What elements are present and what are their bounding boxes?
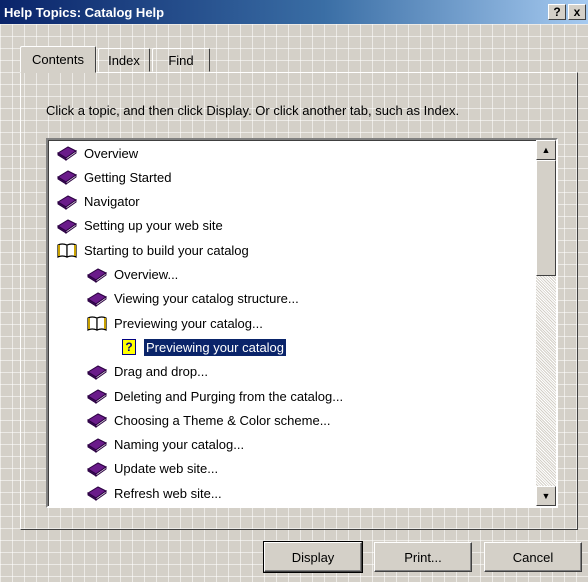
tree-item[interactable]: Setting up your web site (56, 215, 223, 237)
scroll-down-button[interactable]: ▼ (536, 486, 556, 506)
vertical-scrollbar[interactable]: ▲ ▼ (536, 140, 556, 506)
tree-item-label: Getting Started (84, 169, 172, 185)
arrow-down-icon: ▼ (541, 491, 551, 501)
open-book-icon (86, 314, 114, 332)
tree-item[interactable]: Starting to build your catalog (56, 239, 249, 261)
tree-item-label: Overview... (114, 267, 179, 282)
scroll-thumb[interactable] (536, 160, 556, 276)
tree-item[interactable]: Drag and drop... (86, 361, 208, 383)
tree-item[interactable]: Refresh web site... (86, 482, 222, 504)
tree-item[interactable]: Overview... (86, 264, 178, 286)
help-button[interactable]: ? (548, 4, 566, 20)
topic-tree: Overview Getting Started Navigator Setting … (48, 140, 536, 506)
closed-book-icon (86, 363, 114, 381)
cancel-button[interactable]: Cancel (484, 542, 582, 572)
tree-item-label: Naming your catalog... (114, 437, 245, 453)
tree-item[interactable]: Naming your catalog... (86, 434, 244, 456)
tree-item-label: Overview (84, 145, 139, 161)
arrow-up-icon: ▲ (541, 145, 551, 155)
closed-book-icon (86, 290, 114, 308)
title-bar: Help Topics: Catalog Help ? x (0, 0, 588, 24)
tree-item-label: Navigator (84, 194, 140, 210)
closed-book-icon (86, 484, 114, 502)
display-button[interactable]: Display (263, 541, 363, 573)
tree-item[interactable]: ? Previewing your catalog (122, 336, 288, 358)
tree-item[interactable]: Getting Started (56, 166, 171, 188)
instruction-text: Click a topic, and then click Display. O… (46, 103, 460, 118)
closed-book-icon (56, 217, 84, 235)
tree-item-label: Choosing a Theme & Color scheme... (114, 412, 331, 428)
tree-item-label: Deleting and Purging from the catalog... (114, 388, 344, 404)
tree-item[interactable]: Update web site... (86, 458, 218, 480)
print-button[interactable]: Print... (374, 542, 472, 572)
tree-item[interactable]: Navigator (56, 191, 140, 213)
closed-book-icon (56, 144, 84, 162)
closed-book-icon (56, 193, 84, 211)
tree-item[interactable]: Viewing your catalog structure... (86, 288, 299, 310)
tree-item-label: Previewing your catalog... (114, 315, 263, 331)
tab-index[interactable]: Index (98, 48, 150, 72)
window-title: Help Topics: Catalog Help (4, 4, 165, 20)
closed-book-icon (86, 411, 114, 429)
tree-item-label: Drag and drop... (114, 364, 208, 380)
closed-book-icon (86, 460, 114, 478)
closed-book-icon (56, 168, 84, 186)
tree-item-label: Setting up your web site (84, 218, 223, 234)
tree-item[interactable]: Previewing your catalog... (86, 312, 263, 334)
open-book-icon (56, 241, 84, 259)
topic-tree-box: Overview Getting Started Navigator Setting … (46, 138, 558, 508)
tab-contents[interactable]: Contents (20, 46, 96, 73)
tab-find[interactable]: Find (152, 48, 210, 72)
scroll-up-button[interactable]: ▲ (536, 140, 556, 160)
closed-book-icon (86, 387, 114, 405)
tree-item-label: Update web site... (114, 461, 219, 477)
close-button[interactable]: x (568, 4, 586, 20)
tree-item[interactable]: Choosing a Theme & Color scheme... (86, 409, 331, 431)
closed-book-icon (86, 266, 114, 284)
tree-item[interactable]: Overview (56, 142, 138, 164)
tree-item-label: Previewing your catalog (142, 337, 288, 357)
tree-item-label: Starting to build your catalog (84, 242, 249, 258)
tree-item[interactable]: Deleting and Purging from the catalog... (86, 385, 343, 407)
tree-item-label: Refresh web site... (114, 485, 222, 501)
tree-item-label: Viewing your catalog structure... (114, 291, 299, 307)
closed-book-icon (86, 436, 114, 454)
help-page-icon: ? (122, 339, 136, 356)
